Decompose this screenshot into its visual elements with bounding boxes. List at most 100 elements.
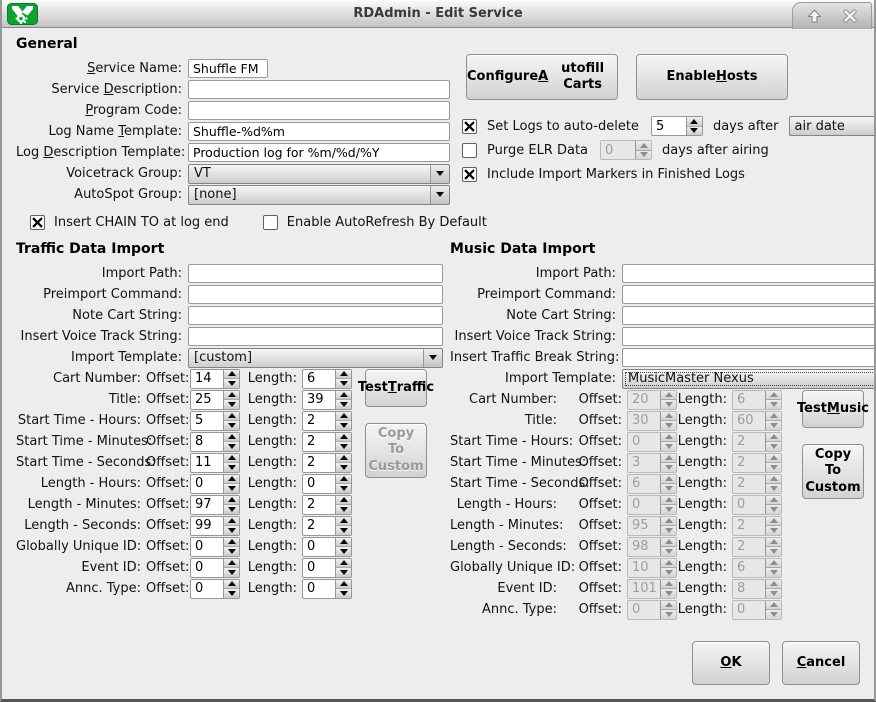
include-import-markers-checkbox[interactable] <box>462 167 477 182</box>
spin-up-button[interactable] <box>766 433 781 443</box>
spin-up-button[interactable] <box>224 370 239 380</box>
spin-up-button[interactable] <box>687 117 702 127</box>
music-start-time-minutes-offset-spinbox[interactable]: 3 <box>627 453 677 473</box>
traffic-annc-type-length-spinbox-value[interactable]: 0 <box>303 580 335 598</box>
spin-down-button[interactable] <box>224 442 239 451</box>
traffic-length-seconds-offset-spinbox[interactable]: 99 <box>190 516 240 536</box>
music-length-seconds-length-spinbox[interactable]: 2 <box>732 537 782 557</box>
music-cart-number-length-spinbox[interactable]: 6 <box>732 390 782 410</box>
music-length-minutes-length-spinbox-value[interactable]: 2 <box>733 517 765 535</box>
spin-up-button[interactable] <box>766 538 781 548</box>
music-start-time-seconds-offset-spinbox[interactable]: 6 <box>627 474 677 494</box>
spin-up-button[interactable] <box>766 517 781 527</box>
traffic-event-id-offset-spinbox[interactable]: 0 <box>190 558 240 578</box>
traffic-length-hours-offset-spinbox[interactable]: 0 <box>190 474 240 494</box>
traffic-start-time-hours-length-spinbox[interactable]: 2 <box>302 411 352 431</box>
music-length-hours-length-spinbox-value[interactable]: 0 <box>733 496 765 514</box>
music-preimport-command-input[interactable] <box>622 285 876 304</box>
traffic-event-id-length-spinbox-value[interactable]: 0 <box>303 559 335 577</box>
music-length-minutes-length-spinbox[interactable]: 2 <box>732 516 782 536</box>
traffic-title-offset-spinbox[interactable]: 25 <box>190 390 240 410</box>
traffic-globally-unique-id-offset-spinbox[interactable]: 0 <box>190 537 240 557</box>
music-annc-type-length-spinbox[interactable]: 0 <box>732 600 782 620</box>
spin-up-button[interactable] <box>224 517 239 527</box>
traffic-length-minutes-offset-spinbox-value[interactable]: 97 <box>191 496 223 514</box>
spin-up-button[interactable] <box>661 412 676 422</box>
spin-up-button[interactable] <box>224 412 239 422</box>
spin-up-button[interactable] <box>336 538 351 548</box>
insert-chain-to-checkbox[interactable] <box>30 215 45 230</box>
traffic-annc-type-length-spinbox[interactable]: 0 <box>302 579 352 599</box>
auto-delete-days-spinbox[interactable]: 5 <box>651 116 703 136</box>
spin-up-button[interactable] <box>766 580 781 590</box>
traffic-length-hours-length-spinbox[interactable]: 0 <box>302 474 352 494</box>
spin-up-button[interactable] <box>224 454 239 464</box>
spin-up-button[interactable] <box>336 412 351 422</box>
traffic-globally-unique-id-length-spinbox-value[interactable]: 0 <box>303 538 335 556</box>
spin-down-button[interactable] <box>766 526 781 535</box>
music-globally-unique-id-length-spinbox[interactable]: 6 <box>732 558 782 578</box>
test-music-button[interactable]: Test Music <box>802 390 864 428</box>
spin-down-button[interactable] <box>661 505 676 514</box>
traffic-length-minutes-length-spinbox[interactable]: 2 <box>302 495 352 515</box>
music-length-minutes-offset-spinbox-value[interactable]: 95 <box>628 517 660 535</box>
traffic-annc-type-offset-spinbox[interactable]: 0 <box>190 579 240 599</box>
traffic-copy-to-custom-button[interactable]: Copy To Custom <box>365 423 427 478</box>
spin-up-button[interactable] <box>636 141 651 151</box>
spin-down-button[interactable] <box>661 400 676 409</box>
traffic-start-time-minutes-length-spinbox[interactable]: 2 <box>302 432 352 452</box>
spin-up-button[interactable] <box>661 538 676 548</box>
spin-up-button[interactable] <box>336 517 351 527</box>
spin-down-button[interactable] <box>336 400 351 409</box>
music-length-hours-length-spinbox[interactable]: 0 <box>732 495 782 515</box>
traffic-length-minutes-length-spinbox-value[interactable]: 2 <box>303 496 335 514</box>
shade-window-button[interactable] <box>805 7 823 25</box>
music-length-seconds-offset-spinbox-value[interactable]: 98 <box>628 538 660 556</box>
spin-up-button[interactable] <box>661 496 676 506</box>
traffic-title-length-spinbox[interactable]: 39 <box>302 390 352 410</box>
service-description-input[interactable] <box>188 80 450 99</box>
spin-down-button[interactable] <box>336 568 351 577</box>
spin-up-button[interactable] <box>661 391 676 401</box>
spin-up-button[interactable] <box>336 433 351 443</box>
spin-up-button[interactable] <box>661 559 676 569</box>
enable-hosts-button[interactable]: Enable Hosts <box>636 54 788 100</box>
music-start-time-minutes-offset-spinbox-value[interactable]: 3 <box>628 454 660 472</box>
spin-up-button[interactable] <box>224 559 239 569</box>
music-title-offset-spinbox-value[interactable]: 30 <box>628 412 660 430</box>
purge-elr-checkbox[interactable] <box>462 143 477 158</box>
spin-down-button[interactable] <box>224 463 239 472</box>
spin-down-button[interactable] <box>661 526 676 535</box>
spin-down-button[interactable] <box>636 151 651 160</box>
music-event-id-offset-spinbox[interactable]: 101 <box>627 579 677 599</box>
music-start-time-seconds-length-spinbox-value[interactable]: 2 <box>733 475 765 493</box>
music-length-seconds-length-spinbox-value[interactable]: 2 <box>733 538 765 556</box>
spin-up-button[interactable] <box>661 475 676 485</box>
log-description-template-input[interactable] <box>188 143 450 162</box>
traffic-note-cart-string-input[interactable] <box>188 306 443 325</box>
purge-elr-days-value[interactable]: 0 <box>601 141 635 159</box>
spin-up-button[interactable] <box>661 601 676 611</box>
traffic-cart-number-offset-spinbox-value[interactable]: 14 <box>191 370 223 388</box>
traffic-start-time-minutes-offset-spinbox[interactable]: 8 <box>190 432 240 452</box>
music-copy-to-custom-button[interactable]: Copy To Custom <box>802 444 864 499</box>
traffic-start-time-seconds-length-spinbox[interactable]: 2 <box>302 453 352 473</box>
traffic-cart-number-length-spinbox[interactable]: 6 <box>302 369 352 389</box>
traffic-start-time-minutes-length-spinbox-value[interactable]: 2 <box>303 433 335 451</box>
music-length-minutes-offset-spinbox[interactable]: 95 <box>627 516 677 536</box>
voicetrack-group-combo[interactable]: VT <box>188 164 450 184</box>
combo-arrow-button[interactable] <box>423 349 442 367</box>
spin-down-button[interactable] <box>224 379 239 388</box>
program-code-input[interactable] <box>188 101 450 120</box>
spin-down-button[interactable] <box>687 127 702 136</box>
spin-down-button[interactable] <box>766 505 781 514</box>
traffic-insert-voice-track-string-input[interactable] <box>188 327 443 346</box>
traffic-import-template-combo[interactable]: [custom] <box>188 348 443 368</box>
music-event-id-length-spinbox-value[interactable]: 8 <box>733 580 765 598</box>
music-length-hours-offset-spinbox[interactable]: 0 <box>627 495 677 515</box>
spin-up-button[interactable] <box>766 601 781 611</box>
spin-down-button[interactable] <box>766 442 781 451</box>
spin-up-button[interactable] <box>336 454 351 464</box>
spin-up-button[interactable] <box>336 475 351 485</box>
traffic-preimport-command-input[interactable] <box>188 285 443 304</box>
